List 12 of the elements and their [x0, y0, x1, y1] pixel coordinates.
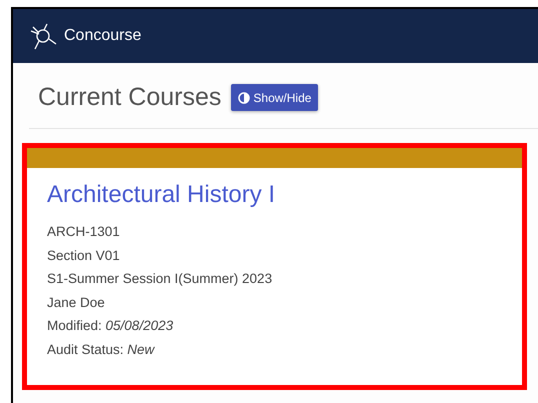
course-detail: S1-Summer Session I(Summer) 2023	[47, 270, 274, 288]
course-detail: ARCH-1301	[47, 223, 121, 241]
show-hide-button[interactable]: Show/Hide	[231, 84, 318, 111]
course-title-link[interactable]: Architectural History I	[47, 180, 502, 210]
course-detail: Section V01	[47, 246, 121, 264]
page-title: Current Courses	[38, 83, 222, 112]
course-detail: Audit Status: New	[47, 340, 156, 358]
brand-name[interactable]: Concourse	[64, 27, 142, 45]
contrast-icon	[238, 92, 250, 104]
logo-icon	[28, 21, 58, 51]
course-detail: Jane Doe	[47, 294, 106, 312]
course-detail: Modified: 05/08/2023	[47, 317, 174, 335]
